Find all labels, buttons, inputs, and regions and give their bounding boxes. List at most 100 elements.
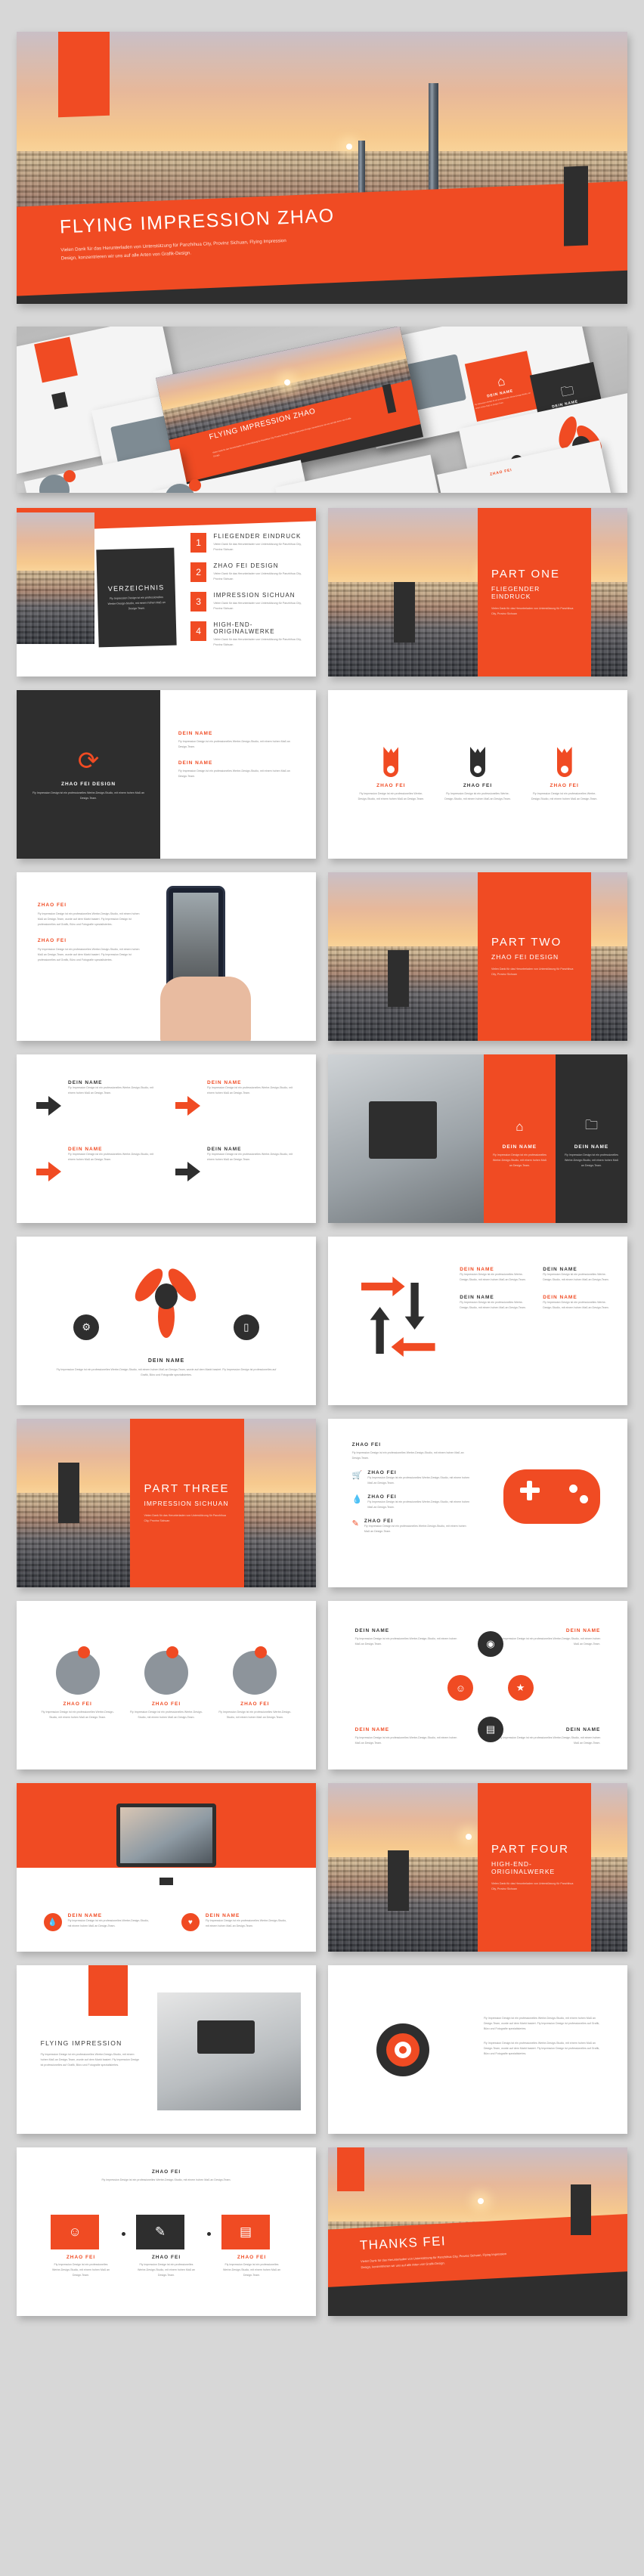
sq-desc: Fly Impression Design ist ein profession… <box>222 2263 281 2277</box>
user-icon[interactable]: ☺ <box>447 1675 474 1701</box>
arrow-item[interactable]: DEIN NAME Fly Impression Design ist ein … <box>36 1080 157 1132</box>
arrow-body: Fly Impression Design ist ein profession… <box>207 1152 293 1161</box>
ic-label: DEIN NAME <box>565 1627 601 1633</box>
camera-icon[interactable]: ◉ <box>478 1631 503 1658</box>
pin-column[interactable]: ZHAO FEI Fly Impression Design ist ein p… <box>443 747 512 802</box>
sq-label: ZHAO FEI <box>237 2255 267 2261</box>
slide-circle-photos[interactable]: ZHAO FEI Fly Impression Design ist ein p… <box>17 1601 316 1769</box>
slide-icon-circles[interactable]: DEIN NAME Fly Impression Design ist ein … <box>328 1601 627 1769</box>
cycle-body: Fly Impression Design ist ein profession… <box>460 1301 526 1310</box>
part-desc: Vielen Dank für das Herunterladen von Un… <box>491 1882 574 1890</box>
cycle-item[interactable]: DEIN NAME Fly Impression Design ist ein p… <box>460 1295 532 1311</box>
row-title: ZHAO FEI <box>367 1470 397 1476</box>
toc-item[interactable]: 2 ZHAO FEI DESIGN Vielen Dank für das He… <box>190 562 304 583</box>
slide-part-two[interactable]: PART TWO ZHAO FEI DESIGN Vielen Dank für… <box>328 872 627 1041</box>
part-two-panel: PART TWO ZHAO FEI DESIGN Vielen Dank für… <box>478 872 592 1041</box>
monitor-item[interactable]: 💧 DEIN NAME Fly Impression Design ist ei… <box>43 1913 152 1932</box>
pin-column[interactable]: ZHAO FEI Fly Impression Design ist ein p… <box>530 747 599 802</box>
slide-thanks[interactable]: THANKS FEI Vielen Dank für das Herunterl… <box>328 2147 627 2316</box>
arrow-item[interactable]: DEIN NAME Fly Impression Design ist ein … <box>36 1147 157 1198</box>
arrow-item[interactable]: DEIN NAME Fly Impression Design ist ein … <box>175 1080 296 1132</box>
arrow-label: DEIN NAME <box>207 1080 242 1085</box>
part-desc: Vielen Dank für das Herunterladen von Un… <box>144 1514 226 1522</box>
circle-photo <box>55 1650 100 1695</box>
grid-row: ⚙ ▯ DEIN NAME Fly Impression Design ist … <box>0 1237 644 1405</box>
user-icon: ☺ <box>51 2215 99 2250</box>
phone-title: ZHAO FEI <box>37 903 67 909</box>
arrow-item[interactable]: DEIN NAME Fly Impression Design ist ein … <box>175 1147 296 1198</box>
photo-column[interactable]: ZHAO FEI Fly Impression Design ist ein p… <box>218 1646 291 1720</box>
toc-item-title: HIGH-END-ORIGINALWERKE <box>213 621 275 636</box>
icon-label: DEIN NAME <box>502 1144 537 1150</box>
part-one-panel: PART ONE FLIEGENDER EINDRUCK Vielen Dank… <box>478 508 592 677</box>
folder-icon: 🗀 <box>584 1118 598 1132</box>
slides-grid: VERZEICHNIS Fly Impression Design ist ei… <box>0 508 644 2330</box>
toc-photo <box>17 512 94 644</box>
slide-cycle-dark[interactable]: ⟳ ZHAO FEI DESIGN Fly Impression Design … <box>17 690 316 859</box>
gear-icon[interactable]: ⚙ <box>73 1314 100 1340</box>
arrow-label: DEIN NAME <box>207 1146 242 1152</box>
gamepad-row[interactable]: 🛒 ZHAO FEI Fly Impression Design ist ein … <box>352 1470 472 1486</box>
edit-icon: ✎ <box>136 2215 184 2250</box>
pin-body: Fly Impression Design ist ein profession… <box>444 792 511 800</box>
slide-phone-mockup[interactable]: ZHAO FEI Fly Impression Design ist ein p… <box>17 872 316 1041</box>
square-item[interactable]: ▤ ZHAO FEI Fly Impression Design ist ein… <box>221 2215 282 2278</box>
circle-photo <box>144 1650 188 1695</box>
photo-label: ZHAO FEI <box>63 1701 92 1707</box>
cycle-item[interactable]: DEIN NAME Fly Impression Design ist ein p… <box>460 1267 532 1283</box>
slide-pin-markers[interactable]: ZHAO FEI Fly Impression Design ist ein p… <box>328 690 627 859</box>
toc-item[interactable]: 4 HIGH-END-ORIGINALWERKE Vielen Dank für… <box>190 621 304 648</box>
slide-table-of-contents[interactable]: VERZEICHNIS Fly Impression Design ist ei… <box>17 508 316 677</box>
pin-column[interactable]: ZHAO FEI Fly Impression Design ist ein p… <box>356 747 426 802</box>
item-label: DEIN NAME <box>178 760 213 766</box>
part-sub: IMPRESSION SICHUAN <box>144 1500 229 1507</box>
arrow-right-icon <box>36 1080 61 1132</box>
toc-item[interactable]: 1 FLIEGENDER EINDRUCK Vielen Dank für da… <box>190 533 304 553</box>
item-body: Fly Impression Design ist ein profession… <box>178 739 290 748</box>
slide-part-one[interactable]: PART ONE FLIEGENDER EINDRUCK Vielen Dank… <box>328 508 627 677</box>
toc-item[interactable]: 3 IMPRESSION SICHUAN Vielen Dank für das… <box>190 592 304 612</box>
slide-three-squares[interactable]: ZHAO FEI Fly Impression Design ist ein p… <box>17 2147 316 2316</box>
slide-arrow-list[interactable]: DEIN NAME Fly Impression Design ist ein … <box>17 1054 316 1223</box>
refresh-icon: ⟳ <box>77 746 100 776</box>
square-item[interactable]: ✎ ZHAO FEI Fly Impression Design ist ein… <box>136 2215 197 2278</box>
ic-body: Fly Impression Design ist ein profession… <box>498 1636 601 1646</box>
cycle-label: DEIN NAME <box>460 1295 494 1301</box>
cycle-body: Fly Impression Design ist ein profession… <box>33 791 144 800</box>
cycle-title: ZHAO FEI DESIGN <box>61 781 116 787</box>
photo-column[interactable]: ZHAO FEI Fly Impression Design ist ein p… <box>130 1646 203 1720</box>
photo-column[interactable]: ZHAO FEI Fly Impression Design ist ein p… <box>42 1646 114 1720</box>
cycle-item[interactable]: DEIN NAME Fly Impression Design ist ein p… <box>543 1267 615 1283</box>
toc-item-desc: Vielen Dank für das Herunterladen von Un… <box>213 602 302 611</box>
square-item[interactable]: ☺ ZHAO FEI Fly Impression Design ist ein… <box>51 2215 111 2278</box>
battery-icon[interactable]: ▯ <box>233 1314 259 1340</box>
gamepad-row[interactable]: 💧 ZHAO FEI Fly Impression Design ist ein … <box>352 1494 472 1510</box>
star-icon[interactable]: ★ <box>507 1675 534 1701</box>
arrow-right-icon <box>175 1080 200 1132</box>
target-body-2: Fly Impression Design ist ein profession… <box>483 2041 600 2055</box>
slide-cycle-arrows[interactable]: DEIN NAME Fly Impression Design ist ein p… <box>328 1237 627 1405</box>
mockup-showcase-slide[interactable]: ⌂ DEIN NAME Fly Impression Design ist ei… <box>17 327 627 493</box>
slide-desk-icons[interactable]: ⌂ DEIN NAME Fly Impression Design ist ei… <box>328 1054 627 1223</box>
slide-fan-diagram[interactable]: ⚙ ▯ DEIN NAME Fly Impression Design ist … <box>17 1237 316 1405</box>
slide-part-four[interactable]: PART FOUR HIGH-END-ORIGINALWERKE Vielen … <box>328 1783 627 1952</box>
photo-label: ZHAO FEI <box>240 1701 270 1707</box>
cycle-item[interactable]: DEIN NAME Fly Impression Design ist ein p… <box>543 1295 615 1311</box>
slide-flying-impression[interactable]: FLYING IMPRESSION Fly Impression Design … <box>17 1965 316 2134</box>
hero-orange-accent <box>58 32 110 118</box>
toc-heading-body: Fly Impression Design ist ein profession… <box>107 595 166 610</box>
slide-monitor[interactable]: 💧 DEIN NAME Fly Impression Design ist ei… <box>17 1783 316 1952</box>
cycle-label: DEIN NAME <box>543 1295 577 1301</box>
slide-part-three[interactable]: PART THREE IMPRESSION SICHUAN Vielen Dan… <box>17 1419 316 1587</box>
fan-body: Fly Impression Design ist ein profession… <box>56 1368 277 1377</box>
toc-heading: VERZEICHNIS <box>107 583 165 593</box>
part-label: PART THREE <box>144 1482 230 1495</box>
hero-slide[interactable]: FLYING IMPRESSION ZHAO Vielen Dank für d… <box>17 32 627 304</box>
sq-title: ZHAO FEI <box>151 2169 181 2175</box>
slide-gamepad[interactable]: ZHAO FEI Fly Impression Design ist ein p… <box>328 1419 627 1587</box>
monitor-item[interactable]: ♥ DEIN NAME Fly Impression Design ist ei… <box>181 1913 289 1932</box>
arrow-body: Fly Impression Design ist ein profession… <box>207 1086 293 1094</box>
gamepad-row[interactable]: ✎ ZHAO FEI Fly Impression Design ist ein … <box>352 1519 472 1534</box>
slide-target[interactable]: Fly Impression Design ist ein profession… <box>328 1965 627 2134</box>
desk-photo <box>328 1054 484 1223</box>
